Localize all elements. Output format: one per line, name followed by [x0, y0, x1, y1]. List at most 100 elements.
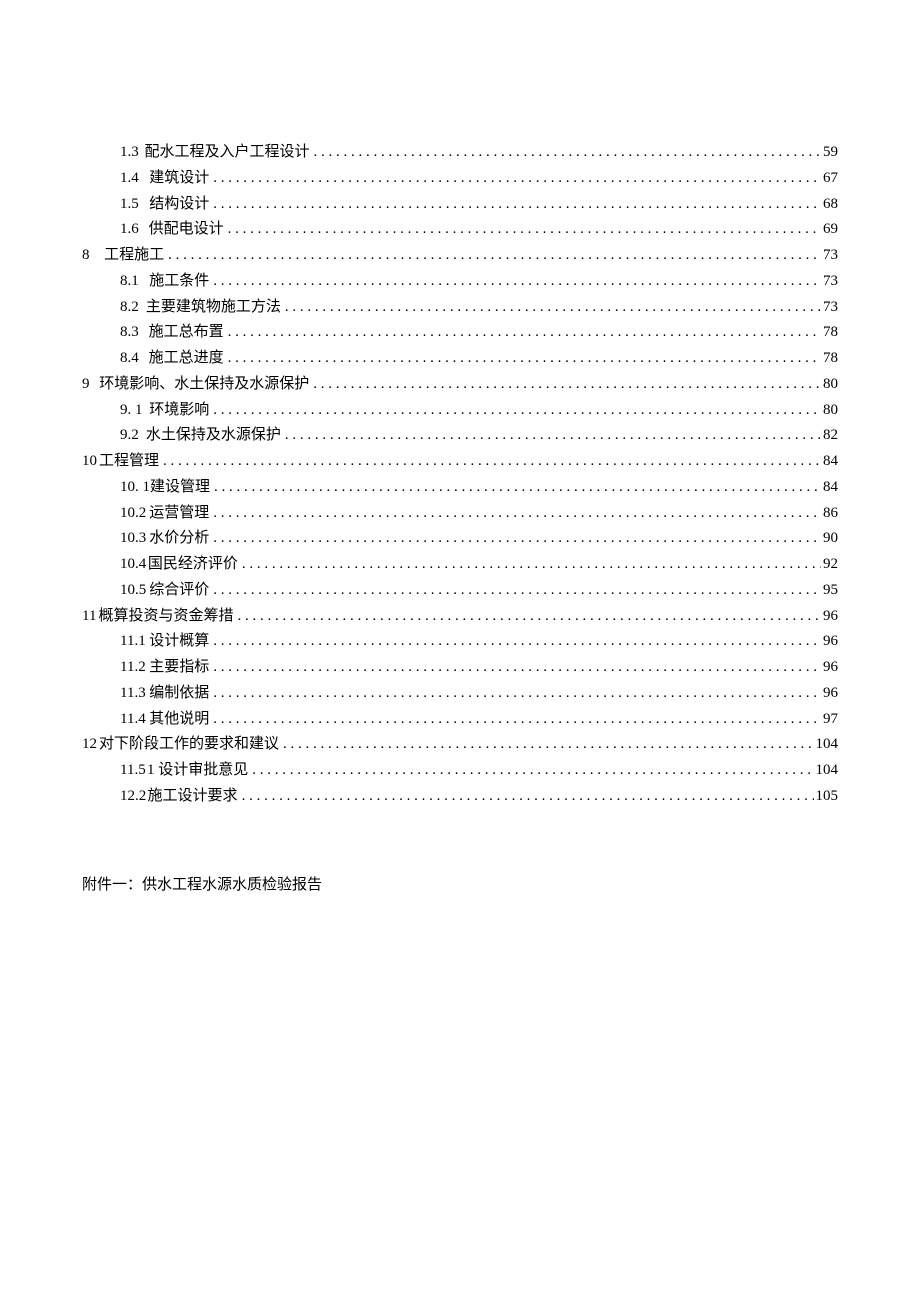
toc-leader-dots — [213, 526, 821, 551]
toc-entry: 10.4国民经济评价92 — [82, 552, 838, 577]
toc-entry: 11.4其他说明97 — [82, 707, 838, 732]
toc-page: 82 — [823, 423, 838, 448]
toc-number: 11.2 — [120, 655, 149, 680]
toc-number: 10.3 — [120, 526, 149, 551]
toc-leader-dots — [242, 552, 821, 577]
toc-page: 90 — [823, 526, 838, 551]
toc-number: 1.6 — [120, 217, 149, 242]
toc-title: 编制依据 — [149, 681, 209, 706]
toc-title: 主要建筑物施工方法 — [146, 295, 281, 320]
toc-page: 96 — [823, 655, 838, 680]
toc-title: 1 设计审批意见 — [147, 758, 248, 783]
toc-number: 11 — [82, 604, 96, 629]
toc-leader-dots — [213, 398, 821, 423]
toc-entry: 8.3施工总布置78 — [82, 320, 838, 345]
toc-title: 环境影响、水土保持及水源保护 — [99, 372, 309, 397]
toc-number: 10.5 — [120, 578, 149, 603]
toc-entry: 1.5结构设计 68 — [82, 192, 838, 217]
toc-entry: 1.6供配电设计69 — [82, 217, 838, 242]
toc-entry: 9环境影响、水土保持及水源保护80 — [82, 372, 838, 397]
toc-entry: 12.2施工设计要求105 — [82, 784, 838, 809]
toc-leader-dots — [237, 604, 821, 629]
toc-page: 84 — [823, 475, 838, 500]
toc-number: 11.3 — [120, 681, 149, 706]
toc-title: 环境影响 — [149, 398, 209, 423]
toc-entry: 10 工程管理84 — [82, 449, 838, 474]
toc-entry: 11.1设计概算 96 — [82, 629, 838, 654]
toc-page: 73 — [823, 295, 838, 320]
toc-title: 配水工程及入户工程设计 — [144, 140, 309, 165]
toc-entry: 11.3编制依据 96 — [82, 681, 838, 706]
toc-page: 86 — [823, 501, 838, 526]
toc-number: 1.5 — [120, 192, 149, 217]
toc-entry: 10.5综合评价95 — [82, 578, 838, 603]
toc-leader-dots — [213, 166, 821, 191]
toc-title: 结构设计 — [149, 192, 209, 217]
toc-number: 11.4 — [120, 707, 149, 732]
toc-number: 12 — [82, 732, 97, 757]
toc-number: 11.5 — [120, 758, 147, 783]
toc-title: 水价分析 — [149, 526, 209, 551]
table-of-contents: 1.3配水工程及入户工程设计591.4建筑设计671.5结构设计681.6供配电… — [82, 140, 838, 809]
toc-title: 对下阶段工作的要求和建议 — [99, 732, 279, 757]
toc-number: 10.4 — [120, 552, 148, 577]
toc-leader-dots — [213, 192, 821, 217]
toc-leader-dots — [213, 501, 821, 526]
toc-page: 96 — [823, 604, 838, 629]
toc-number: 9. 1 — [120, 398, 149, 423]
toc-number: 11.1 — [120, 629, 149, 654]
toc-page: 59 — [823, 140, 838, 165]
toc-entry: 8.2主要建筑物施工方法 73 — [82, 295, 838, 320]
toc-number: 9.2 — [120, 423, 146, 448]
toc-page: 78 — [823, 320, 838, 345]
toc-number: 8 — [82, 243, 104, 268]
toc-entry: 8.1施工条件73 — [82, 269, 838, 294]
toc-entry: 1.3配水工程及入户工程设计 59 — [82, 140, 838, 165]
toc-page: 80 — [823, 372, 838, 397]
toc-page: 84 — [823, 449, 838, 474]
toc-title: 设计概算 — [149, 629, 209, 654]
toc-number: 8.4 — [120, 346, 149, 371]
toc-title: 国民经济评价 — [148, 552, 238, 577]
toc-title: 主要指标 — [149, 655, 209, 680]
toc-entry: 10.2运营管理 86 — [82, 501, 838, 526]
toc-number: 10.2 — [120, 501, 149, 526]
toc-title: 施工总进度 — [149, 346, 224, 371]
toc-title: 施工条件 — [149, 269, 209, 294]
toc-entry: 12 对下阶段工作的要求和建议 104 — [82, 732, 838, 757]
toc-page: 67 — [823, 166, 838, 191]
toc-entry: 11.2主要指标 96 — [82, 655, 838, 680]
appendix-note: 附件一：供水工程水源水质检验报告 — [82, 873, 838, 898]
toc-leader-dots — [252, 758, 813, 783]
toc-number: 1.3 — [120, 140, 144, 165]
toc-page: 104 — [816, 732, 839, 757]
toc-number: 10 — [82, 449, 97, 474]
toc-title: 工程施工 — [104, 243, 164, 268]
toc-leader-dots — [213, 707, 821, 732]
toc-leader-dots — [283, 732, 813, 757]
toc-number: 12.2 — [120, 784, 148, 809]
toc-number: 8.2 — [120, 295, 146, 320]
toc-page: 96 — [823, 629, 838, 654]
toc-leader-dots — [213, 655, 821, 680]
toc-leader-dots — [163, 449, 821, 474]
toc-leader-dots — [213, 681, 821, 706]
toc-entry: 8工程施工73 — [82, 243, 838, 268]
toc-leader-dots — [285, 423, 821, 448]
toc-page: 96 — [823, 681, 838, 706]
toc-title: 水土保持及水源保护 — [146, 423, 281, 448]
toc-number: 8.1 — [120, 269, 149, 294]
toc-leader-dots — [213, 578, 821, 603]
toc-leader-dots — [213, 629, 821, 654]
toc-page: 69 — [823, 217, 838, 242]
toc-title: 运营管理 — [149, 501, 209, 526]
toc-page: 78 — [823, 346, 838, 371]
toc-page: 80 — [823, 398, 838, 423]
toc-entry: 1.4建筑设计67 — [82, 166, 838, 191]
toc-title: 建筑设计 — [149, 166, 209, 191]
toc-page: 68 — [823, 192, 838, 217]
toc-title: 概算投资与资金筹措 — [98, 604, 233, 629]
toc-entry: 9.2水土保持及水源保护 82 — [82, 423, 838, 448]
toc-leader-dots — [213, 269, 821, 294]
toc-leader-dots — [242, 784, 814, 809]
